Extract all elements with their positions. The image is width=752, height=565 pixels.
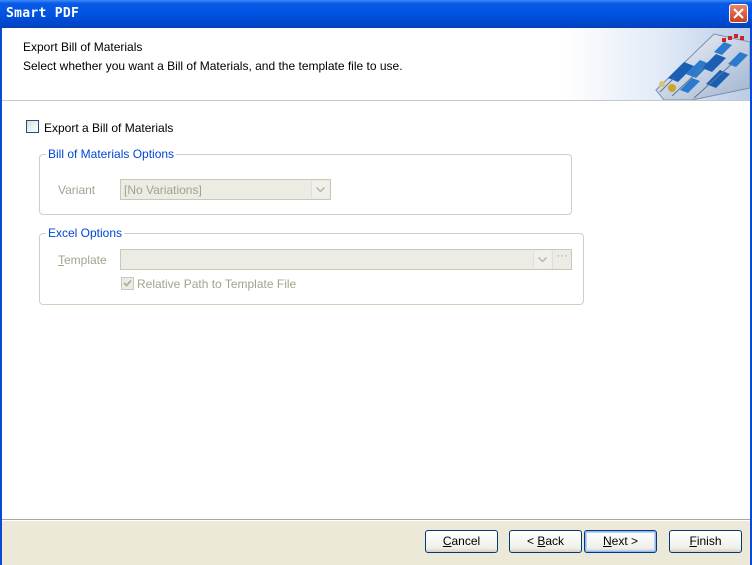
- excel-options-legend: Excel Options: [46, 226, 125, 240]
- template-dropdown-button[interactable]: [533, 251, 551, 268]
- header-separator: [2, 100, 750, 104]
- relative-path-checkbox[interactable]: [121, 277, 134, 290]
- browse-template-button[interactable]: ···: [552, 250, 571, 269]
- dialog-window: Smart PDF Export Bill of Materials Selec…: [0, 0, 752, 565]
- close-icon: [733, 8, 744, 19]
- button-bar: Cancel < Back Next > Finish: [2, 519, 750, 565]
- template-select[interactable]: ···: [120, 249, 572, 270]
- variant-select[interactable]: [No Variations]: [120, 179, 331, 200]
- window-title: Smart PDF: [6, 6, 80, 21]
- next-button[interactable]: Next >: [584, 530, 657, 553]
- close-button[interactable]: [729, 4, 748, 23]
- chevron-down-icon: [538, 257, 547, 263]
- chevron-down-icon: [316, 187, 325, 193]
- variant-dropdown-button[interactable]: [311, 181, 329, 198]
- variant-label: Variant: [58, 183, 96, 197]
- variant-value: [No Variations]: [124, 183, 202, 197]
- cancel-button[interactable]: Cancel: [425, 530, 498, 553]
- bom-options-legend: Bill of Materials Options: [46, 147, 177, 161]
- finish-button[interactable]: Finish: [669, 530, 742, 553]
- circuit-board-banner-icon: [564, 28, 750, 100]
- template-label: Template: [58, 253, 107, 267]
- page-title: Export Bill of Materials: [23, 40, 143, 54]
- export-bom-checkbox[interactable]: [26, 120, 39, 133]
- export-bom-label[interactable]: Export a Bill of Materials: [44, 121, 173, 135]
- title-bar[interactable]: Smart PDF: [0, 0, 752, 28]
- page-description: Select whether you want a Bill of Materi…: [23, 59, 403, 73]
- wizard-header: Export Bill of Materials Select whether …: [2, 28, 750, 100]
- checkmark-icon: [123, 279, 132, 287]
- back-button[interactable]: < Back: [509, 530, 582, 553]
- relative-path-label[interactable]: Relative Path to Template File: [137, 277, 296, 291]
